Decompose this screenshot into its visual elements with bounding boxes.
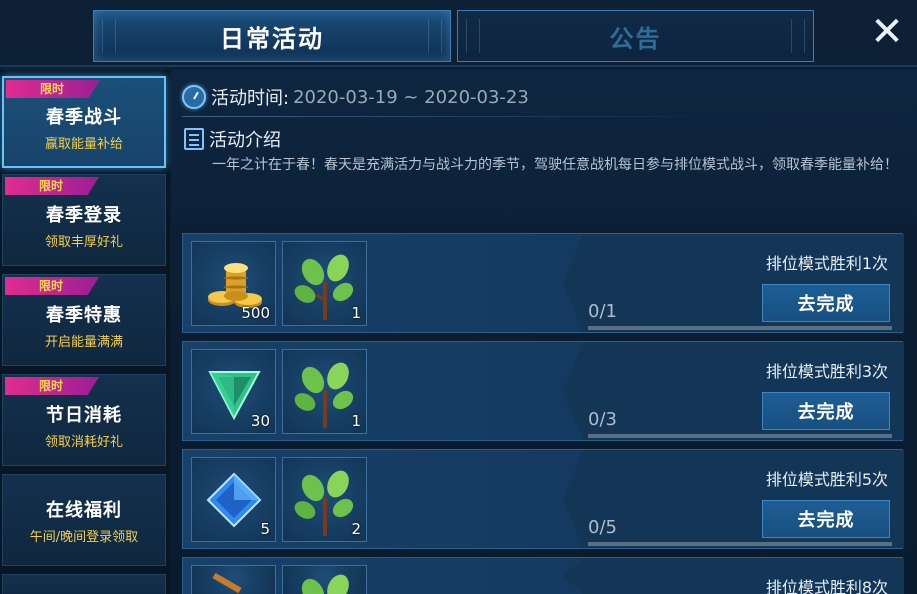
- tab-decoration: [466, 19, 480, 53]
- sidebar-item-title: 在线福利: [46, 499, 122, 521]
- sidebar-item-spring-battle[interactable]: 限时 春季战斗 赢取能量补给: [2, 76, 166, 168]
- quest-progress: 0/1: [588, 301, 617, 322]
- tab-decoration: [791, 19, 805, 53]
- activity-time-row: 活动时间: 2020-03-19 ~ 2020-03-23: [182, 84, 529, 110]
- sidebar-item-title: 春季登录: [46, 204, 122, 226]
- sidebar-item-subtitle: 午间/晚间登录领取: [29, 529, 139, 545]
- quest-row-partial: 排位模式胜利8次: [182, 557, 904, 594]
- sapling-icon: [301, 574, 349, 594]
- reward-slot[interactable]: 1: [282, 241, 367, 326]
- activity-info-panel: 活动时间: 2020-03-19 ~ 2020-03-23 活动介绍 一年之计在…: [172, 70, 917, 222]
- reward-count: 30: [250, 412, 270, 430]
- reward-slot[interactable]: [282, 565, 367, 594]
- quest-progress: 0/3: [588, 409, 617, 430]
- tab-decoration: [428, 19, 442, 53]
- sidebar-item-subtitle: 领取消耗好礼: [44, 434, 123, 450]
- activity-intro-text: 一年之计在于春！春天是充满活力与战斗力的季节，驾驶任意战机每日参与排位模式战斗，…: [212, 157, 898, 173]
- sidebar-item-subtitle: 领取丰厚好礼: [44, 234, 123, 250]
- reward-slot[interactable]: 5: [191, 457, 276, 542]
- progress-bar: [588, 326, 892, 330]
- stopwatch-icon: [182, 85, 206, 109]
- tab-notice-label: 公告: [609, 24, 662, 53]
- go-complete-button[interactable]: 去完成: [762, 284, 890, 322]
- progress-bar: [588, 434, 892, 438]
- limited-badge: 限时: [5, 177, 99, 195]
- reward-slot[interactable]: 1: [282, 349, 367, 434]
- quest-title: 排位模式胜利8次: [765, 578, 888, 594]
- sidebar-item-title: 节日消耗: [46, 404, 122, 426]
- sidebar-item-title: 春季特惠: [46, 304, 122, 326]
- sidebar-item-festival-spend[interactable]: 限时 节日消耗 领取消耗好礼: [2, 374, 166, 466]
- divider: [182, 116, 722, 117]
- quest-row: 30 1 0/3 排位模式胜利3次 去完成: [182, 341, 904, 441]
- list-icon: [184, 128, 204, 150]
- quest-title: 排位模式胜利5次: [765, 470, 888, 489]
- quest-row: 5 2 0/5 排位模式胜利5次 去完成: [182, 449, 904, 549]
- reward-slot[interactable]: 30: [191, 349, 276, 434]
- quest-title: 排位模式胜利3次: [765, 362, 888, 381]
- reward-count: 1: [351, 304, 361, 322]
- header-divider: [0, 65, 917, 67]
- reward-count: 2: [351, 520, 361, 538]
- close-icon[interactable]: ✕: [866, 12, 908, 54]
- item-icon: [212, 572, 242, 594]
- reward-count: 5: [260, 520, 270, 538]
- reward-count: 1: [351, 412, 361, 430]
- sidebar-item-online-bonus[interactable]: 在线福利 午间/晚间登录领取: [2, 474, 166, 566]
- tab-decoration: [102, 19, 116, 53]
- quest-title: 排位模式胜利1次: [765, 254, 888, 273]
- sidebar-item-spring-login[interactable]: 限时 春季登录 领取丰厚好礼: [2, 174, 166, 266]
- activity-intro-label: 活动介绍: [209, 130, 281, 151]
- go-complete-button[interactable]: 去完成: [762, 392, 890, 430]
- activity-time-label: 活动时间:: [211, 88, 290, 109]
- sidebar-item-subtitle: 赢取能量补给: [44, 136, 123, 152]
- tab-daily-activities[interactable]: 日常活动: [93, 10, 451, 62]
- progress-bar: [588, 542, 892, 546]
- quest-row: 500 1 0/1 排位模式胜利1次 去完成: [182, 233, 904, 333]
- sidebar: 限时 春季战斗 赢取能量补给 限时 春季登录 领取丰厚好礼 限时 春季特惠 开启…: [0, 70, 170, 594]
- limited-badge: 限时: [5, 377, 99, 395]
- limited-badge: 限时: [5, 277, 99, 295]
- limited-badge: 限时: [6, 80, 100, 98]
- activity-intro-row: 活动介绍: [184, 126, 281, 152]
- reward-slot[interactable]: 2: [282, 457, 367, 542]
- reward-count: 500: [241, 304, 270, 322]
- sidebar-item-partial[interactable]: [2, 574, 166, 594]
- quest-progress: 0/5: [588, 517, 617, 538]
- tab-notice[interactable]: 公告: [457, 10, 814, 62]
- reward-slot[interactable]: 500: [191, 241, 276, 326]
- sidebar-item-title: 春季战斗: [46, 106, 122, 128]
- activity-time-value: 2020-03-19 ~ 2020-03-23: [293, 86, 529, 108]
- go-complete-button[interactable]: 去完成: [762, 500, 890, 538]
- sidebar-item-spring-sale[interactable]: 限时 春季特惠 开启能量满满: [2, 274, 166, 366]
- sidebar-item-subtitle: 开启能量满满: [44, 334, 123, 350]
- reward-slot[interactable]: [191, 565, 276, 594]
- tab-daily-label: 日常活动: [220, 24, 324, 53]
